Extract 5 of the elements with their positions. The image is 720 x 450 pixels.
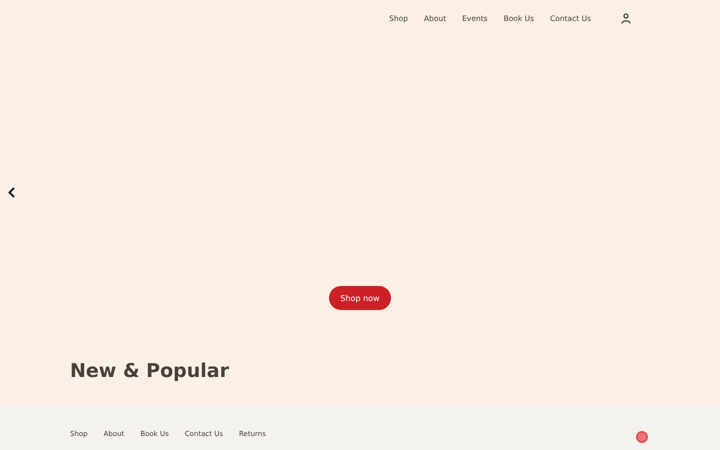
social-icon[interactable] — [636, 431, 648, 443]
previous-slide-icon[interactable] — [8, 187, 15, 198]
account-icon[interactable] — [621, 12, 631, 24]
section-heading: New & Popular — [69, 359, 230, 384]
shop-now-button[interactable]: Shop now — [329, 286, 391, 310]
